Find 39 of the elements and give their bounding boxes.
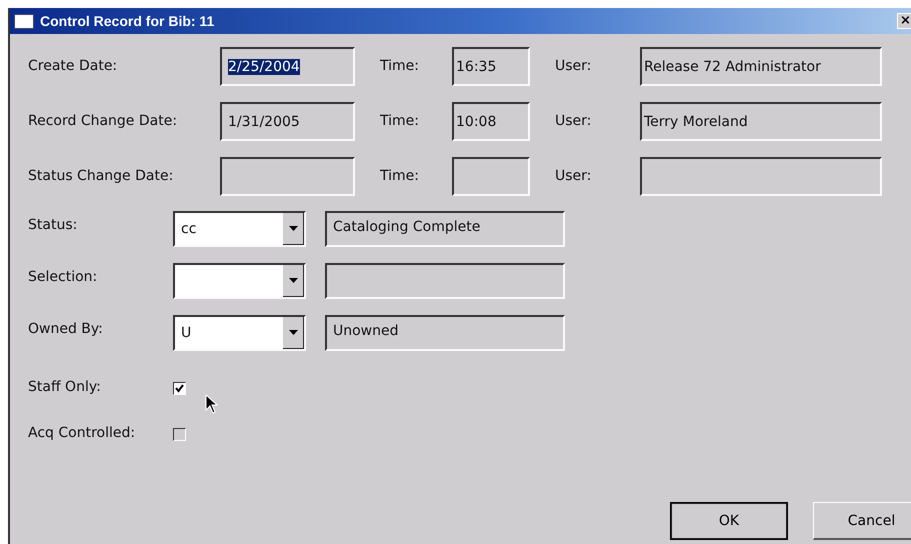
- date-field[interactable]: [220, 157, 355, 196]
- field-label: Time:: [380, 57, 420, 76]
- field-label: Status Change Date:: [28, 167, 174, 186]
- dropdown[interactable]: U: [173, 315, 306, 351]
- checkbox[interactable]: [173, 382, 186, 395]
- close-button[interactable]: ×: [897, 13, 911, 29]
- user-field[interactable]: [640, 157, 882, 196]
- field-label: Create Date:: [28, 57, 118, 76]
- field-label: User:: [555, 167, 592, 186]
- field-label: Status:: [28, 216, 78, 235]
- window-icon: [14, 14, 34, 28]
- field-label: Record Change Date:: [28, 112, 178, 131]
- description-field: Cataloging Complete: [325, 211, 565, 247]
- window-title: Control Record for Bib: 11: [40, 13, 216, 29]
- date-field[interactable]: 1/31/2005: [220, 102, 355, 141]
- dropdown[interactable]: cc: [173, 211, 306, 247]
- user-field[interactable]: Release 72 Administrator: [640, 47, 882, 86]
- field-label: Time:: [380, 112, 420, 131]
- description-field: Unowned: [325, 315, 565, 351]
- time-field[interactable]: 10:08: [452, 102, 530, 141]
- time-field[interactable]: 16:35: [452, 47, 530, 86]
- field-label: User:: [555, 112, 592, 131]
- checkbox[interactable]: [173, 428, 186, 441]
- field-label: Time:: [380, 167, 420, 186]
- dropdown[interactable]: [173, 263, 306, 299]
- field-label: Selection:: [28, 268, 98, 287]
- checkbox-label: Staff Only:: [28, 378, 102, 397]
- checkbox-label: Acq Controlled:: [28, 424, 136, 443]
- dropdown-arrow-icon: [288, 330, 298, 335]
- dialog-button[interactable]: OK: [670, 502, 788, 540]
- field-label: Owned By:: [28, 320, 104, 339]
- field-label: User:: [555, 57, 592, 76]
- mouse-pointer-icon: [205, 394, 219, 414]
- dialog-button[interactable]: Cancel: [813, 502, 911, 540]
- date-field[interactable]: 2/25/2004: [220, 47, 355, 86]
- time-field[interactable]: [452, 157, 530, 196]
- user-field[interactable]: Terry Moreland: [640, 102, 882, 141]
- dropdown-arrow-icon: [288, 278, 298, 283]
- dropdown-arrow-icon: [288, 226, 298, 231]
